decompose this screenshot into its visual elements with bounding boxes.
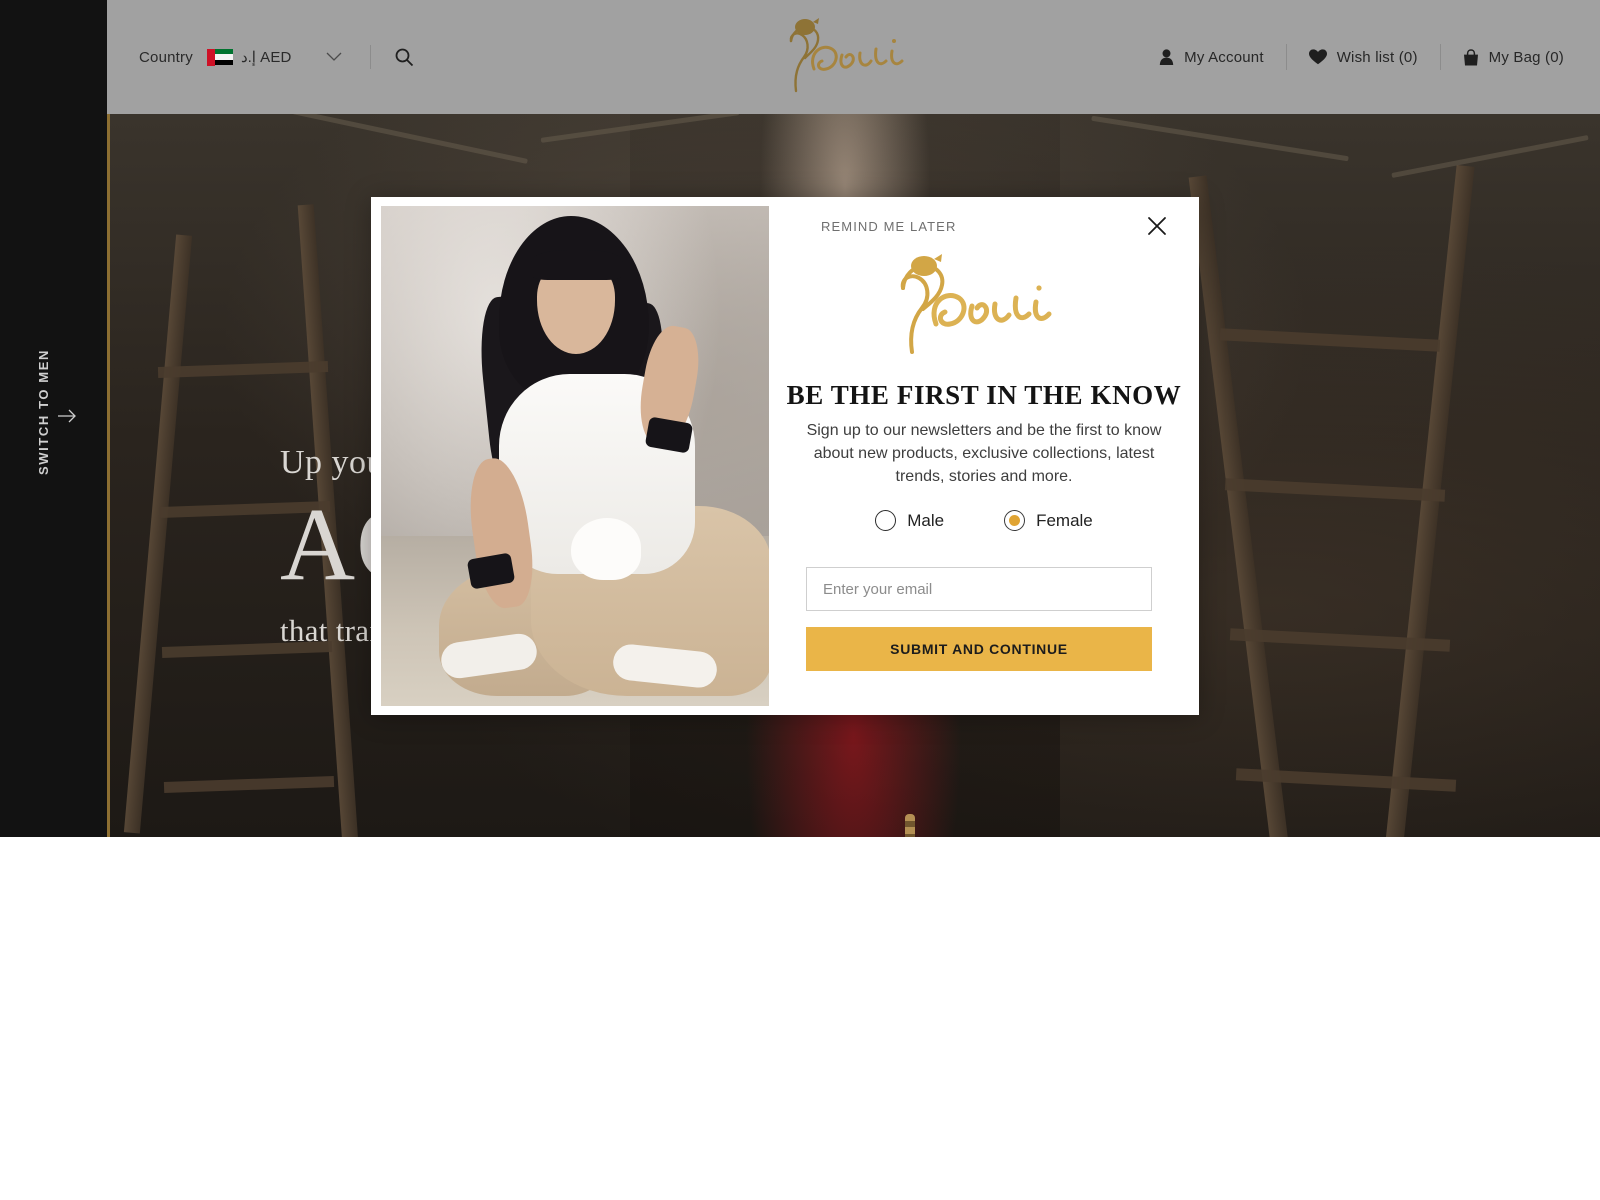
radio-male[interactable]: Male <box>875 510 944 531</box>
modal-subtitle: Sign up to our newsletters and be the fi… <box>806 422 1162 486</box>
modal-lifestyle-image <box>381 206 769 706</box>
radio-female-label: Female <box>1036 510 1093 530</box>
close-icon[interactable] <box>1143 212 1171 240</box>
modal-title: BE THE FIRST IN THE KNOW <box>786 380 1182 410</box>
modal-overlay: REMIND ME LATER BE THE FIRST IN THE KNOW… <box>0 0 1600 1200</box>
radio-female-dot[interactable] <box>1004 510 1026 531</box>
modal-brand-logo <box>874 251 1094 361</box>
modal-content: REMIND ME LATER BE THE FIRST IN THE KNOW… <box>769 197 1199 715</box>
remind-me-later-button[interactable]: REMIND ME LATER <box>821 219 956 234</box>
newsletter-modal: REMIND ME LATER BE THE FIRST IN THE KNOW… <box>371 197 1199 715</box>
email-field[interactable] <box>806 567 1152 611</box>
gender-radio-group: Male Female <box>769 510 1199 531</box>
radio-male-dot[interactable] <box>875 510 897 531</box>
radio-female[interactable]: Female <box>1004 510 1093 531</box>
radio-male-label: Male <box>907 510 945 530</box>
submit-and-continue-button[interactable]: SUBMIT AND CONTINUE <box>806 627 1152 671</box>
page-root: SWITCH TO MEN Country إ.د AED My Account… <box>0 0 1600 1200</box>
